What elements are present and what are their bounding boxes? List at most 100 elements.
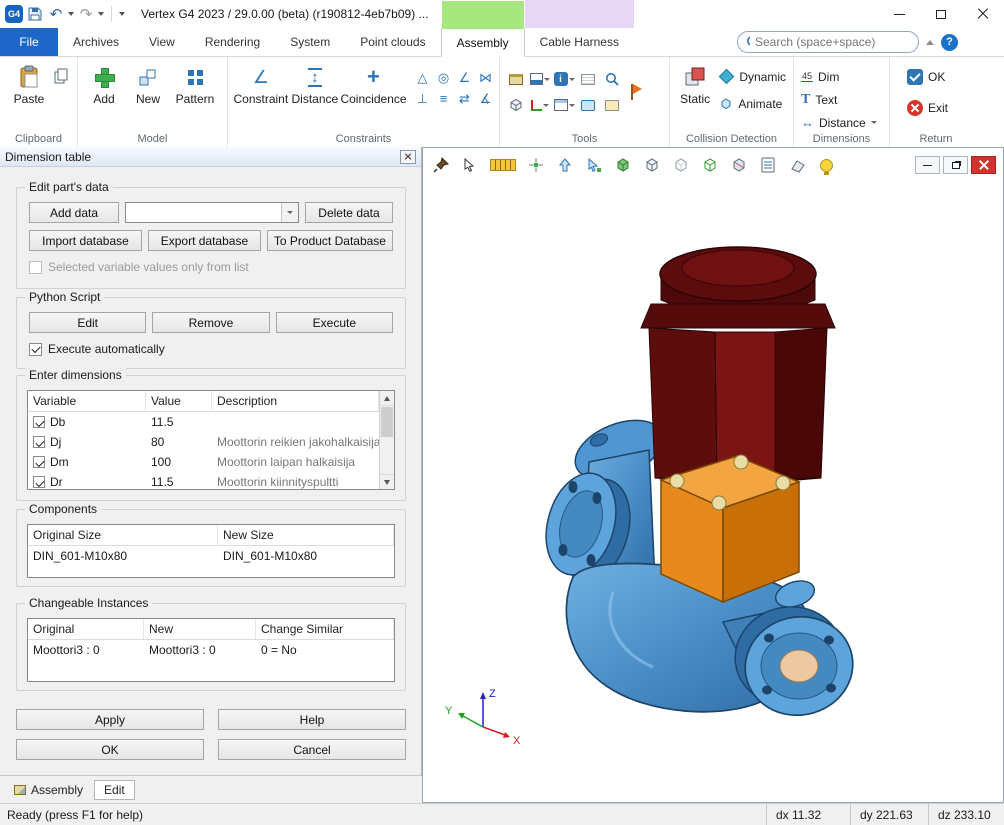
table-row[interactable]: Dj 80 Moottorin reikien jakohalkaisija (28, 432, 379, 452)
adapter-block[interactable] (661, 455, 799, 602)
tab-rendering[interactable]: Rendering (190, 28, 275, 56)
pump-assembly-model[interactable]: Z X Y (423, 182, 1003, 802)
table-scrollbar[interactable] (379, 391, 394, 489)
new-button[interactable]: New (126, 60, 170, 124)
info-button[interactable]: i (552, 66, 576, 92)
row-checkbox[interactable] (33, 476, 45, 488)
wireframe-view-button[interactable] (641, 154, 663, 176)
perpendicular-constraint-icon[interactable]: ⊥ (413, 89, 432, 108)
feature-list-button[interactable] (757, 154, 779, 176)
col-value[interactable]: Value (151, 394, 181, 408)
execute-automatically-checkbox[interactable] (29, 343, 42, 356)
close-button[interactable] (962, 0, 1004, 28)
import-database-button[interactable]: Import database (29, 230, 142, 251)
ok-button[interactable]: OK (904, 66, 951, 87)
part-data-combobox[interactable] (125, 202, 299, 223)
section-view-button[interactable] (728, 154, 750, 176)
col-variable[interactable]: Variable (33, 394, 76, 408)
table-row[interactable]: DIN_601-M10x80 DIN_601-M10x80 (28, 546, 394, 566)
cancel-button[interactable]: Cancel (218, 739, 406, 760)
dynamic-button[interactable]: Dynamic (716, 66, 789, 87)
concentric-constraint-icon[interactable]: ◎ (434, 68, 453, 87)
symmetric-constraint-icon[interactable]: ⇄ (455, 89, 474, 108)
maximize-button[interactable] (920, 0, 962, 28)
to-product-database-button[interactable]: To Product Database (267, 230, 393, 251)
col-new-size[interactable]: New Size (223, 528, 274, 542)
measure-button[interactable] (488, 154, 518, 176)
coordinate-system-button[interactable] (528, 92, 552, 118)
redo-dropdown-icon[interactable] (98, 12, 104, 16)
copy-button[interactable] (54, 60, 69, 87)
pattern-button[interactable]: Pattern (170, 60, 220, 124)
app-logo-icon[interactable]: G4 (5, 5, 23, 23)
scroll-down-icon[interactable] (380, 474, 394, 489)
row-checkbox[interactable] (33, 436, 45, 448)
tab-archives[interactable]: Archives (58, 28, 134, 56)
customize-toolbar-icon[interactable] (119, 12, 125, 16)
static-button[interactable]: Static (674, 60, 716, 124)
search-input[interactable] (755, 35, 910, 49)
angle-dimension-icon[interactable]: ∠ (455, 68, 474, 87)
distance-dim-button[interactable]: ↔ Distance (798, 112, 880, 133)
save-button[interactable] (26, 4, 44, 24)
tab-point-clouds[interactable]: Point clouds (345, 28, 440, 56)
mate-constraint-icon[interactable]: ⋈ (476, 68, 495, 87)
select-face-button[interactable] (583, 154, 605, 176)
viewport-close-button[interactable] (971, 156, 996, 174)
motor[interactable] (641, 247, 835, 482)
zoom-extents-button[interactable] (554, 154, 576, 176)
python-execute-button[interactable]: Execute (276, 312, 393, 333)
table-row[interactable]: Moottori3 : 0 Moottori3 : 0 0 = No (28, 640, 394, 660)
viewport-canvas[interactable]: Z X Y (423, 182, 1003, 802)
flag-button[interactable] (624, 66, 648, 118)
python-remove-button[interactable]: Remove (152, 312, 269, 333)
distance-constraint-button[interactable]: ↕ Distance (290, 60, 340, 124)
tab-cable-harness[interactable]: Cable Harness (525, 28, 634, 56)
minimize-button[interactable] (878, 0, 920, 28)
pushpin-button[interactable] (430, 154, 452, 176)
python-edit-button[interactable]: Edit (29, 312, 146, 333)
only-from-list-checkbox[interactable] (29, 261, 42, 274)
constraint-button[interactable]: ∠ Constraint (232, 60, 290, 124)
view-tool-button[interactable] (576, 92, 600, 118)
export-database-button[interactable]: Export database (148, 230, 261, 251)
help-panel-button[interactable]: Help (218, 709, 406, 730)
part-properties-button[interactable] (504, 66, 528, 92)
tab-file[interactable]: File (0, 28, 58, 56)
text-button[interactable]: T Text (798, 89, 880, 110)
add-button[interactable]: Add (82, 60, 126, 124)
row-checkbox[interactable] (33, 456, 45, 468)
snap-button[interactable] (525, 154, 547, 176)
coincidence-button[interactable]: + Coincidence (340, 60, 407, 124)
work-plane-button[interactable] (786, 154, 808, 176)
select-add-button[interactable] (459, 154, 481, 176)
col-new[interactable]: New (149, 622, 173, 636)
panel-tab-edit[interactable]: Edit (94, 780, 135, 800)
row-checkbox[interactable] (33, 416, 45, 428)
note-button[interactable] (576, 66, 600, 92)
scrollbar-thumb[interactable] (381, 407, 393, 437)
tangent-constraint-icon[interactable]: ∡ (476, 89, 495, 108)
hidden-line-view-button[interactable] (670, 154, 692, 176)
viewport-minimize-button[interactable] (915, 156, 940, 174)
options-tool-button[interactable] (600, 92, 624, 118)
edges-view-button[interactable] (699, 154, 721, 176)
model-tree-button[interactable] (504, 92, 528, 118)
combobox-dropdown-button[interactable] (281, 203, 298, 222)
angle-constraint-icon[interactable]: △ (413, 68, 432, 87)
delete-data-button[interactable]: Delete data (305, 202, 393, 223)
paste-button[interactable]: Paste (4, 60, 54, 124)
col-original-size[interactable]: Original Size (33, 528, 101, 542)
scroll-up-icon[interactable] (380, 391, 394, 406)
search-box[interactable] (737, 31, 919, 53)
exit-button[interactable]: Exit (904, 97, 951, 118)
animate-button[interactable]: Animate (716, 93, 789, 114)
light-button[interactable] (815, 154, 837, 176)
panel-tab-assembly[interactable]: Assembly (5, 780, 92, 800)
undo-button[interactable]: ↶ (47, 4, 65, 24)
table-row[interactable]: Dr 11.5 Moottorin kiinnityspultti (28, 472, 379, 490)
apply-button[interactable]: Apply (16, 709, 204, 730)
tab-view[interactable]: View (134, 28, 190, 56)
shaded-view-button[interactable] (612, 154, 634, 176)
zoom-tool-button[interactable] (600, 66, 624, 92)
